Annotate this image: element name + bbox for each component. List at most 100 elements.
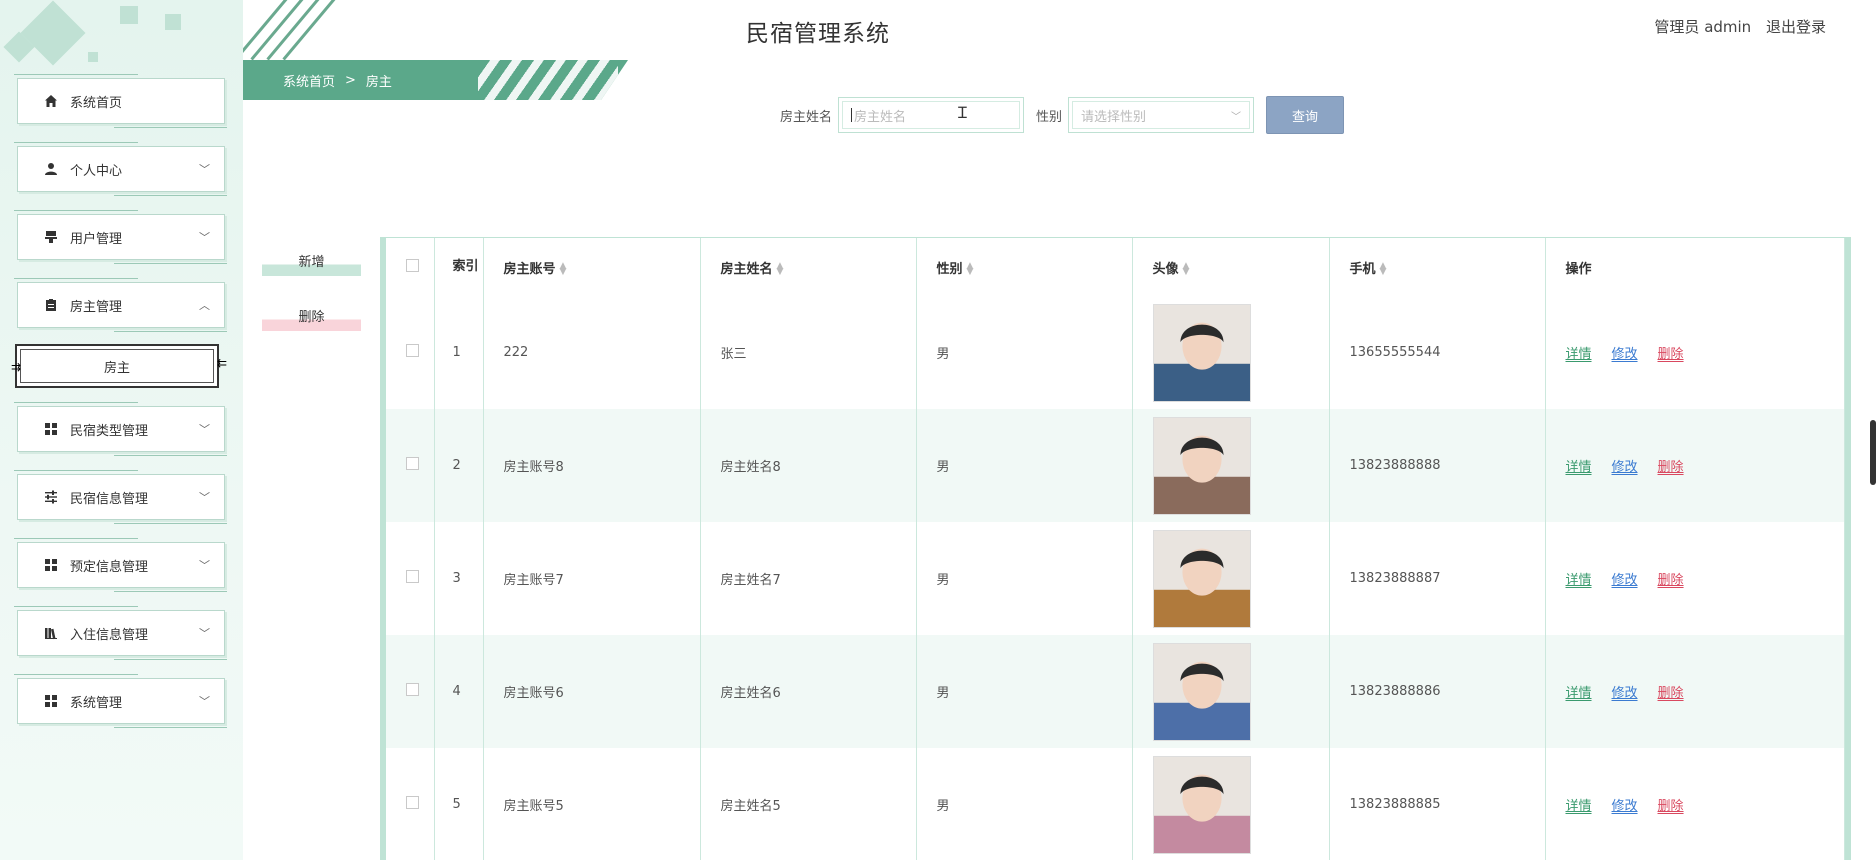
cell-account: 房主账号8 (483, 409, 701, 522)
grid-icon (44, 558, 58, 572)
header-phone[interactable]: 手机 ▲ ▼ (1329, 238, 1546, 296)
row-select[interactable] (386, 409, 435, 522)
submenu-item-owner[interactable]: ⇉ 房主 ⇇ (11, 344, 227, 388)
edit-link[interactable]: 修改 (1612, 686, 1638, 701)
decor-square (165, 14, 181, 30)
header-avatar[interactable]: 头像 ▲ ▼ (1132, 238, 1330, 296)
sidebar-item-owner-management[interactable]: 房主管理 ︿ (14, 278, 228, 332)
remove-link[interactable]: 删除 (1658, 573, 1684, 588)
sidebar-item-system-management[interactable]: 系统管理 ﹀ (14, 674, 228, 728)
add-button[interactable]: 新增 (262, 250, 361, 276)
sidebar-item-homestay-type[interactable]: 民宿类型管理 ﹀ (14, 402, 228, 456)
admin-label: 管理员 admin (1654, 18, 1752, 36)
sidebar-item-home[interactable]: 系统首页 (14, 74, 228, 128)
header-name[interactable]: 房主姓名 ▲ ▼ (700, 238, 917, 296)
sliders-icon (44, 490, 58, 504)
logout-link[interactable]: 退出登录 (1766, 18, 1826, 36)
edit-link[interactable]: 修改 (1612, 799, 1638, 814)
sort-icon[interactable]: ▲ ▼ (967, 262, 974, 277)
header-ops: 操作 (1545, 238, 1845, 296)
header-label: 房主姓名 (720, 261, 773, 277)
avatar (1152, 416, 1251, 515)
remove-link[interactable]: 删除 (1658, 686, 1684, 701)
table-header-row: 索引 房主账号 ▲ ▼ 房主姓名 ▲ ▼ 性别 ▲ ▼ 头像 ▲ ▼ 手机 ▲ ▼ 操作 (386, 238, 1845, 296)
table-row: 5 房主账号5 房主姓名5 男 13823888885 详情 修改 删除 (386, 748, 1845, 860)
delete-button[interactable]: 删除 (262, 305, 361, 331)
cell-index: 5 (434, 748, 484, 860)
sidebar-item-label: 房主管理 (70, 299, 123, 315)
sort-icon[interactable]: ▲ ▼ (777, 262, 784, 277)
row-select[interactable] (386, 296, 435, 409)
checkbox[interactable] (406, 570, 419, 583)
sidebar-menu: 系统首页 个人中心 ﹀ 用户管理 ﹀ 房主管理 ︿ ⇉ 房主 ⇇ 民宿类型管理 … (11, 74, 228, 746)
detail-link[interactable]: 详情 (1566, 573, 1592, 588)
decor-square (88, 52, 98, 62)
app-title: 民宿管理系统 (746, 21, 890, 47)
checkbox[interactable] (406, 258, 419, 272)
sidebar: 系统首页 个人中心 ﹀ 用户管理 ﹀ 房主管理 ︿ ⇉ 房主 ⇇ 民宿类型管理 … (0, 0, 243, 860)
sort-icon[interactable]: ▲ ▼ (1183, 262, 1190, 277)
decor-square (20, 0, 86, 66)
owner-name-label: 房主姓名 (780, 109, 833, 125)
cell-name: 房主姓名8 (700, 409, 917, 522)
remove-link[interactable]: 删除 (1658, 347, 1684, 362)
sort-icon[interactable]: ▲ ▼ (1380, 262, 1387, 277)
owner-name-input-inner: 房主姓名 (842, 101, 1021, 129)
owner-name-placeholder: 房主姓名 (854, 109, 907, 125)
cell-avatar (1132, 635, 1330, 748)
user-icon (44, 162, 58, 176)
header-account[interactable]: 房主账号 ▲ ▼ (483, 238, 701, 296)
row-select[interactable] (386, 635, 435, 748)
cell-phone: 13823888888 (1329, 409, 1546, 522)
owner-name-input[interactable]: 房主姓名 (838, 97, 1025, 133)
row-select[interactable] (386, 748, 435, 860)
checkbox[interactable] (406, 457, 419, 470)
checkbox[interactable] (406, 683, 419, 696)
header-index: 索引 (434, 238, 484, 296)
sidebar-item-label: 预定信息管理 (70, 559, 149, 575)
detail-link[interactable]: 详情 (1566, 460, 1592, 475)
sidebar-item-checkin-info[interactable]: 入住信息管理 ﹀ (14, 606, 228, 660)
gender-label: 性别 (1036, 109, 1063, 125)
header-label: 性别 (936, 261, 963, 277)
sidebar-item-user-management[interactable]: 用户管理 ﹀ (14, 210, 228, 264)
detail-link[interactable]: 详情 (1566, 686, 1592, 701)
remove-link[interactable]: 删除 (1658, 460, 1684, 475)
edit-link[interactable]: 修改 (1612, 347, 1638, 362)
avatar (1152, 529, 1251, 628)
cell-gender: 男 (916, 748, 1133, 860)
scrollbar[interactable] (1870, 420, 1876, 485)
remove-link[interactable]: 删除 (1658, 799, 1684, 814)
cell-gender: 男 (916, 635, 1133, 748)
cell-account: 222 (483, 296, 701, 409)
edit-link[interactable]: 修改 (1612, 573, 1638, 588)
table: 索引 房主账号 ▲ ▼ 房主姓名 ▲ ▼ 性别 ▲ ▼ 头像 ▲ ▼ 手机 ▲ ▼ 操作 1 222 张… (386, 238, 1845, 860)
header-gender[interactable]: 性别 ▲ ▼ (916, 238, 1133, 296)
cell-avatar (1132, 522, 1330, 635)
cell-phone: 13823888887 (1329, 522, 1546, 635)
detail-link[interactable]: 详情 (1566, 347, 1592, 362)
breadcrumb-home[interactable]: 系统首页 (283, 71, 335, 90)
row-select[interactable] (386, 522, 435, 635)
sidebar-item-label: 系统管理 (70, 695, 123, 711)
chevron-up-icon: ︿ (199, 299, 210, 312)
header-select-all[interactable] (386, 238, 435, 296)
sidebar-item-label: 民宿类型管理 (70, 423, 149, 439)
cell-account: 房主账号6 (483, 635, 701, 748)
sidebar-item-homestay-info[interactable]: 民宿信息管理 ﹀ (14, 470, 228, 524)
sidebar-item-booking-info[interactable]: 预定信息管理 ﹀ (14, 538, 228, 592)
cell-avatar (1132, 748, 1330, 860)
gender-select-inner: 请选择性别 ﹀ (1072, 101, 1251, 129)
query-button[interactable]: 查询 (1266, 96, 1345, 134)
table-row: 4 房主账号6 房主姓名6 男 13823888886 详情 修改 删除 (386, 635, 1845, 748)
library-icon (44, 626, 58, 640)
checkbox[interactable] (406, 796, 419, 809)
checkbox[interactable] (406, 344, 419, 357)
sort-icon[interactable]: ▲ ▼ (560, 262, 567, 277)
edit-link[interactable]: 修改 (1612, 460, 1638, 475)
sidebar-item-personal-center[interactable]: 个人中心 ﹀ (14, 142, 228, 196)
detail-link[interactable]: 详情 (1566, 799, 1592, 814)
gender-select[interactable]: 请选择性别 ﹀ (1068, 97, 1255, 133)
cell-gender: 男 (916, 522, 1133, 635)
breadcrumb-separator: > (345, 72, 356, 88)
